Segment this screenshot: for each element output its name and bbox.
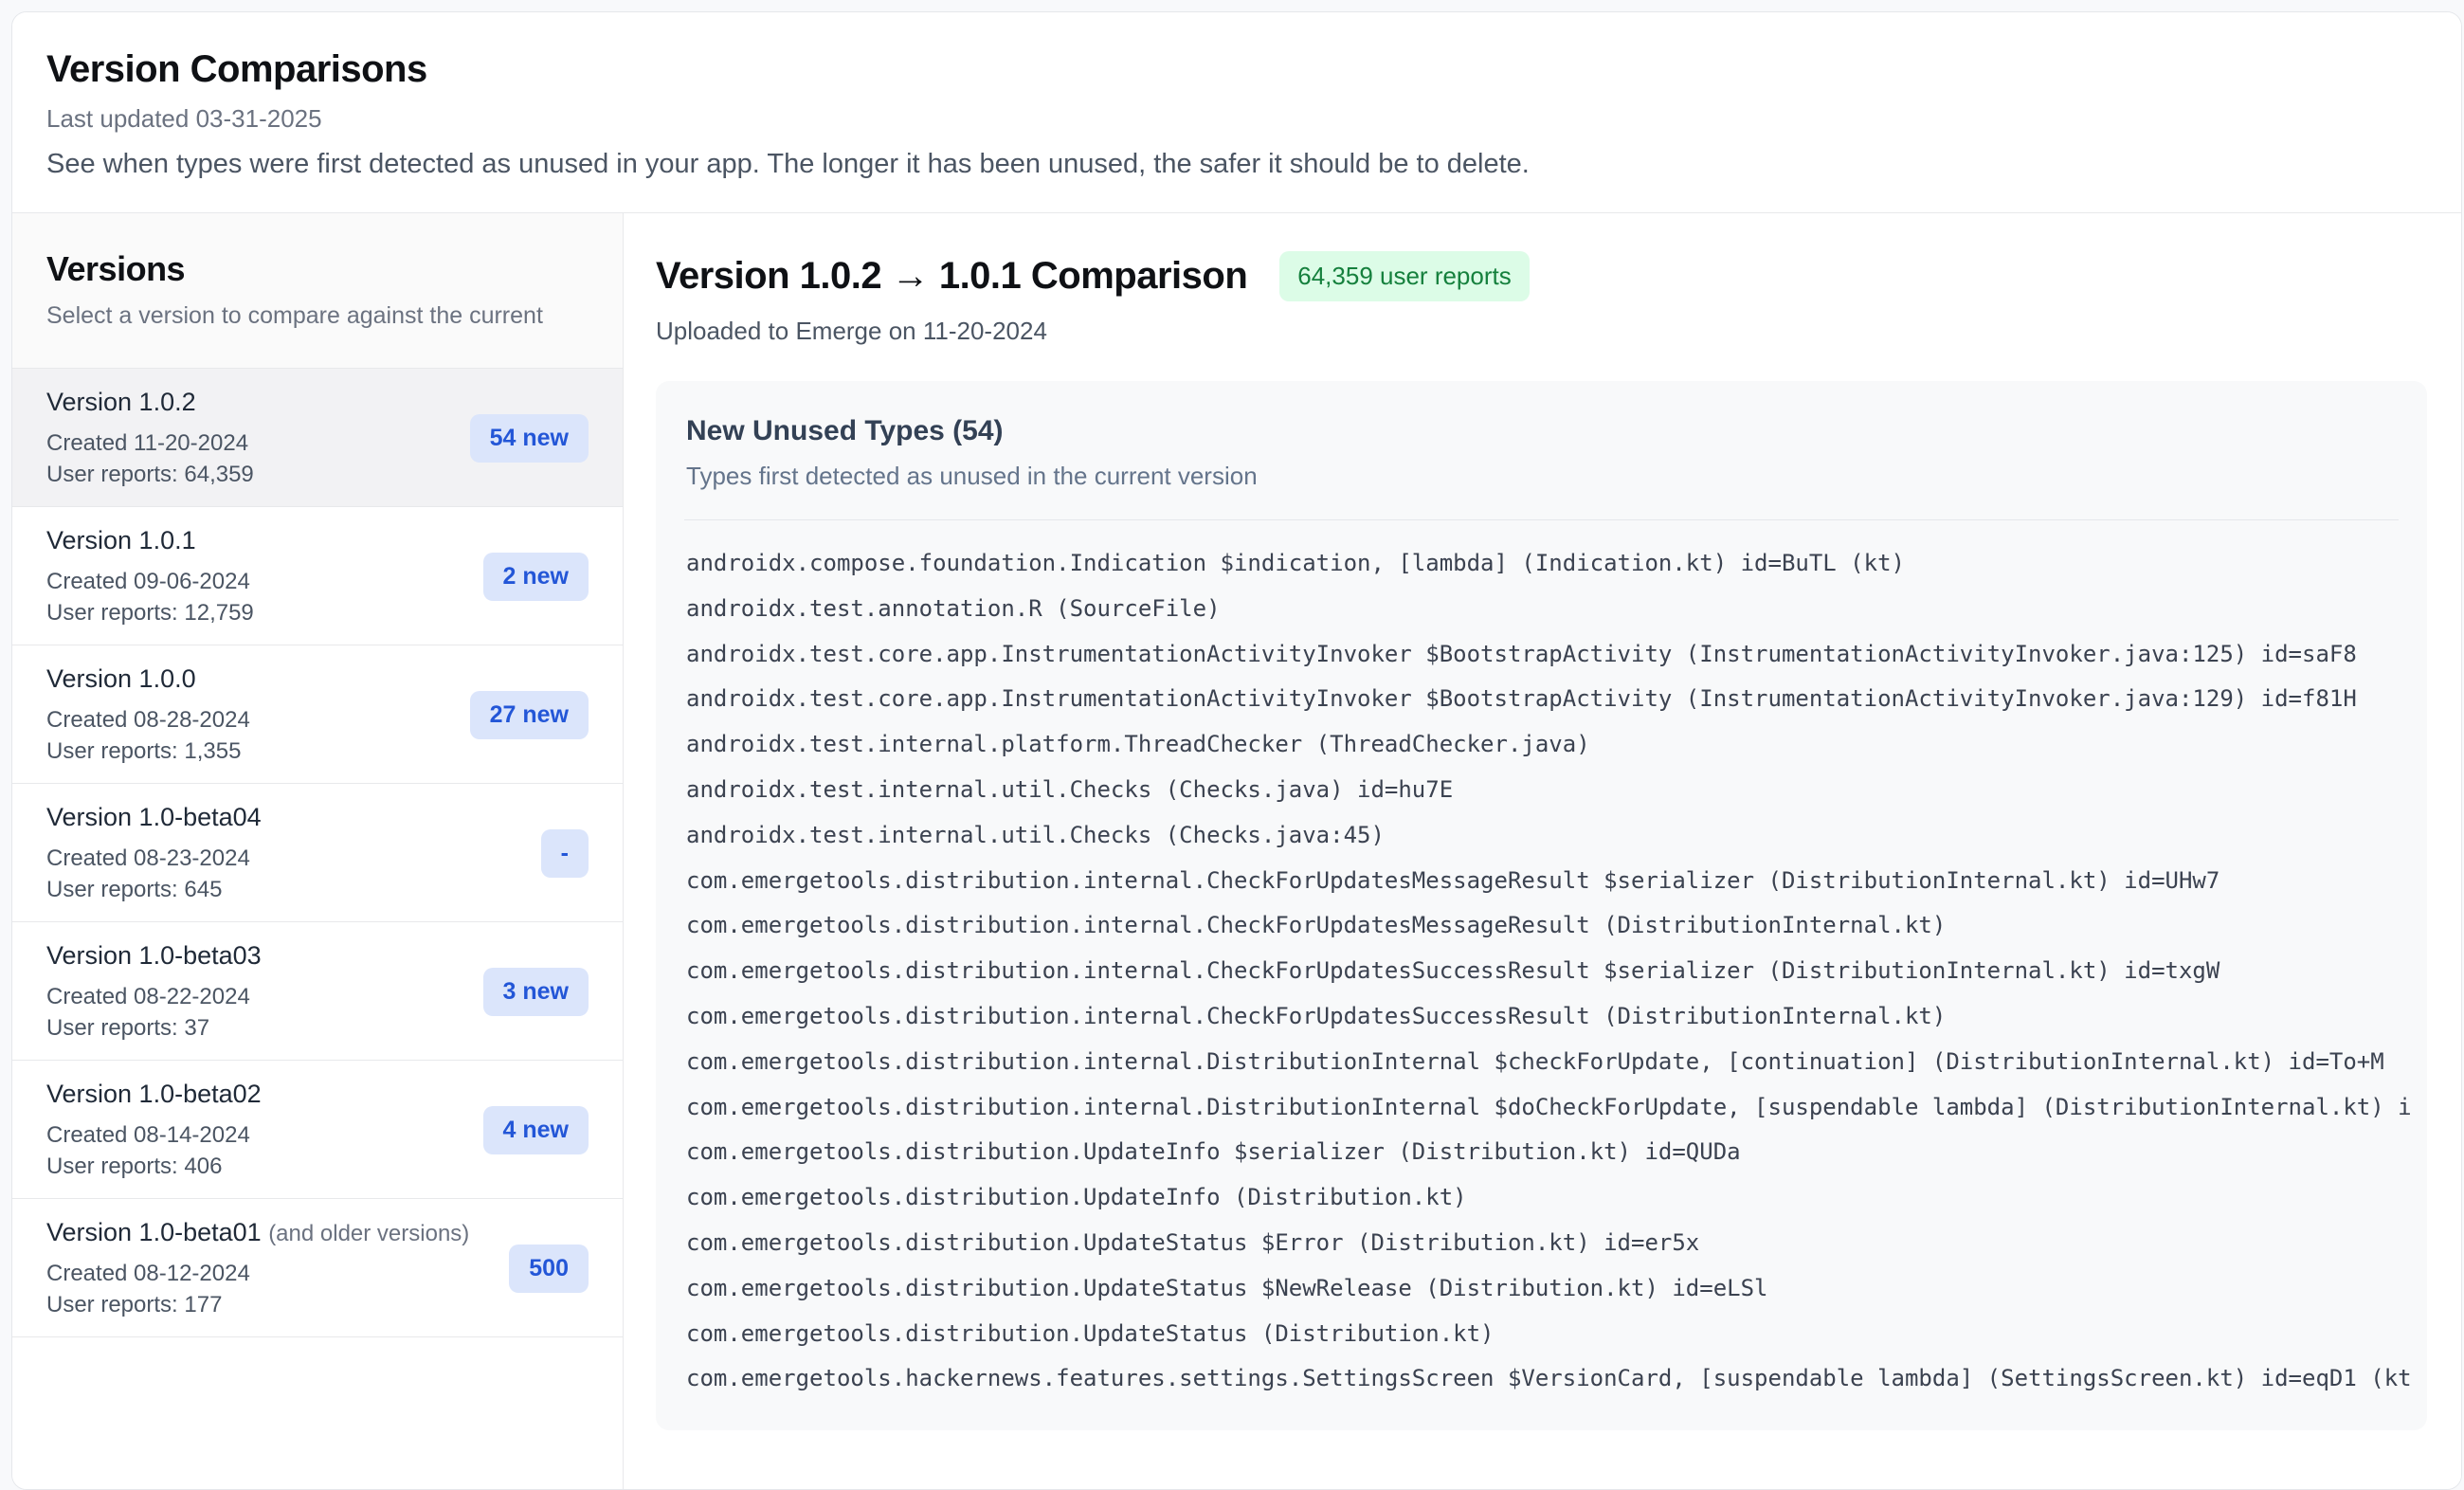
unused-type-line: com.emergetools.distribution.internal.Ch… [686, 949, 2427, 994]
version-meta: Created 08-28-2024 User reports: 1,355 [46, 704, 250, 767]
version-name: Version 1.0-beta04 [46, 803, 262, 832]
new-unused-types-header: New Unused Types (54) Types first detect… [684, 381, 2399, 520]
unused-type-line: com.emergetools.distribution.internal.Ch… [686, 859, 2427, 904]
version-created: Created 08-22-2024 [46, 981, 262, 1012]
new-count-badge: 4 new [483, 1106, 589, 1154]
new-count-badge: 500 [509, 1245, 589, 1293]
unused-type-line: androidx.test.internal.util.Checks (Chec… [686, 813, 2427, 859]
new-count-badge: 27 new [470, 691, 589, 739]
uploaded-text: Uploaded to Emerge on 11-20-2024 [656, 317, 2427, 346]
version-name: Version 1.0.2 [46, 388, 254, 417]
new-count-badge: 2 new [483, 553, 589, 601]
version-list-item[interactable]: Version 1.0-beta02 Created 08-14-2024 Us… [12, 1061, 623, 1199]
new-count-badge: - [541, 829, 589, 878]
unused-type-line: com.emergetools.distribution.internal.Di… [686, 1040, 2427, 1085]
version-list-item[interactable]: Version 1.0-beta04 Created 08-23-2024 Us… [12, 784, 623, 922]
version-list-item[interactable]: Version 1.0.2 Created 11-20-2024 User re… [12, 369, 623, 507]
version-comparisons-panel: Version Comparisons Last updated 03-31-2… [11, 11, 2462, 1490]
version-created: Created 08-14-2024 [46, 1119, 262, 1151]
unused-type-line: com.emergetools.distribution.UpdateStatu… [686, 1266, 2427, 1312]
version-name: Version 1.0-beta03 [46, 941, 262, 971]
version-info: Version 1.0-beta02 Created 08-14-2024 Us… [46, 1080, 262, 1182]
page-description: See when types were first detected as un… [46, 149, 2427, 180]
new-unused-types-title: New Unused Types (54) [686, 415, 2397, 447]
version-meta: Created 08-12-2024 User reports: 177 [46, 1258, 469, 1320]
version-meta: Created 08-22-2024 User reports: 37 [46, 981, 262, 1044]
unused-type-line: androidx.test.core.app.InstrumentationAc… [686, 632, 2427, 678]
unused-type-line: androidx.compose.foundation.Indication $… [686, 541, 2427, 587]
user-reports-badge: 64,359 user reports [1279, 251, 1529, 301]
version-user-reports: User reports: 64,359 [46, 459, 254, 490]
version-meta: Created 09-06-2024 User reports: 12,759 [46, 566, 254, 628]
version-info: Version 1.0-beta04 Created 08-23-2024 Us… [46, 803, 262, 905]
version-created: Created 08-28-2024 [46, 704, 250, 736]
version-list-item[interactable]: Version 1.0.1 Created 09-06-2024 User re… [12, 507, 623, 645]
version-name: Version 1.0.0 [46, 664, 250, 694]
new-unused-types-subtitle: Types first detected as unused in the cu… [686, 462, 2397, 491]
version-created: Created 11-20-2024 [46, 427, 254, 459]
version-meta: Created 11-20-2024 User reports: 64,359 [46, 427, 254, 490]
version-info: Version 1.0.1 Created 09-06-2024 User re… [46, 526, 254, 628]
page-title: Version Comparisons [46, 48, 2427, 91]
version-info: Version 1.0.2 Created 11-20-2024 User re… [46, 388, 254, 490]
versions-title: Versions [46, 249, 589, 289]
version-meta: Created 08-23-2024 User reports: 645 [46, 843, 262, 905]
unused-type-line: com.emergetools.hackernews.features.sett… [686, 1356, 2427, 1402]
versions-sidebar-header: Versions Select a version to compare aga… [12, 213, 623, 369]
version-user-reports: User reports: 406 [46, 1151, 262, 1182]
comparison-title-row: Version 1.0.2 → 1.0.1 Comparison 64,359 … [656, 251, 2427, 301]
new-unused-types-card: New Unused Types (54) Types first detect… [656, 381, 2427, 1430]
comparison-title: Version 1.0.2 → 1.0.1 Comparison [656, 255, 1247, 298]
version-meta: Created 08-14-2024 User reports: 406 [46, 1119, 262, 1182]
new-count-badge: 54 new [470, 414, 589, 463]
version-list: Version 1.0.2 Created 11-20-2024 User re… [12, 369, 623, 1337]
unused-type-line: com.emergetools.distribution.UpdateStatu… [686, 1312, 2427, 1357]
unused-type-line: com.emergetools.distribution.internal.Di… [686, 1085, 2427, 1131]
version-user-reports: User reports: 645 [46, 874, 262, 905]
version-info: Version 1.0.0 Created 08-28-2024 User re… [46, 664, 250, 767]
last-updated-text: Last updated 03-31-2025 [46, 104, 2427, 134]
unused-type-line: androidx.test.annotation.R (SourceFile) [686, 587, 2427, 632]
unused-types-list: androidx.compose.foundation.Indication $… [656, 520, 2427, 1430]
body-split: Versions Select a version to compare aga… [12, 213, 2461, 1489]
version-list-item[interactable]: Version 1.0-beta01 (and older versions) … [12, 1199, 623, 1337]
unused-type-line: androidx.test.core.app.InstrumentationAc… [686, 677, 2427, 722]
version-user-reports: User reports: 12,759 [46, 597, 254, 628]
version-name: Version 1.0-beta02 [46, 1080, 262, 1109]
version-name: Version 1.0-beta01 (and older versions) [46, 1218, 469, 1247]
versions-sidebar: Versions Select a version to compare aga… [12, 213, 624, 1489]
page-header: Version Comparisons Last updated 03-31-2… [12, 12, 2461, 213]
version-user-reports: User reports: 37 [46, 1012, 262, 1044]
version-created: Created 08-12-2024 [46, 1258, 469, 1289]
version-user-reports: User reports: 177 [46, 1289, 469, 1320]
unused-type-line: com.emergetools.distribution.internal.Ch… [686, 994, 2427, 1040]
versions-subtitle: Select a version to compare against the … [46, 302, 589, 330]
unused-type-line: com.emergetools.distribution.internal.Ch… [686, 903, 2427, 949]
version-user-reports: User reports: 1,355 [46, 736, 250, 767]
unused-type-line: com.emergetools.distribution.UpdateInfo … [686, 1175, 2427, 1221]
comparison-main: Version 1.0.2 → 1.0.1 Comparison 64,359 … [624, 213, 2461, 1489]
version-list-item[interactable]: Version 1.0.0 Created 08-28-2024 User re… [12, 645, 623, 784]
unused-type-line: com.emergetools.distribution.UpdateStatu… [686, 1221, 2427, 1266]
version-info: Version 1.0-beta03 Created 08-22-2024 Us… [46, 941, 262, 1044]
new-count-badge: 3 new [483, 968, 589, 1016]
version-name-suffix: (and older versions) [268, 1221, 469, 1246]
unused-type-line: androidx.test.internal.platform.ThreadCh… [686, 722, 2427, 768]
unused-type-line: androidx.test.internal.util.Checks (Chec… [686, 768, 2427, 813]
version-created: Created 08-23-2024 [46, 843, 262, 874]
version-info: Version 1.0-beta01 (and older versions) … [46, 1218, 469, 1320]
version-created: Created 09-06-2024 [46, 566, 254, 597]
version-name: Version 1.0.1 [46, 526, 254, 555]
version-list-item[interactable]: Version 1.0-beta03 Created 08-22-2024 Us… [12, 922, 623, 1061]
unused-type-line: com.emergetools.distribution.UpdateInfo … [686, 1130, 2427, 1175]
